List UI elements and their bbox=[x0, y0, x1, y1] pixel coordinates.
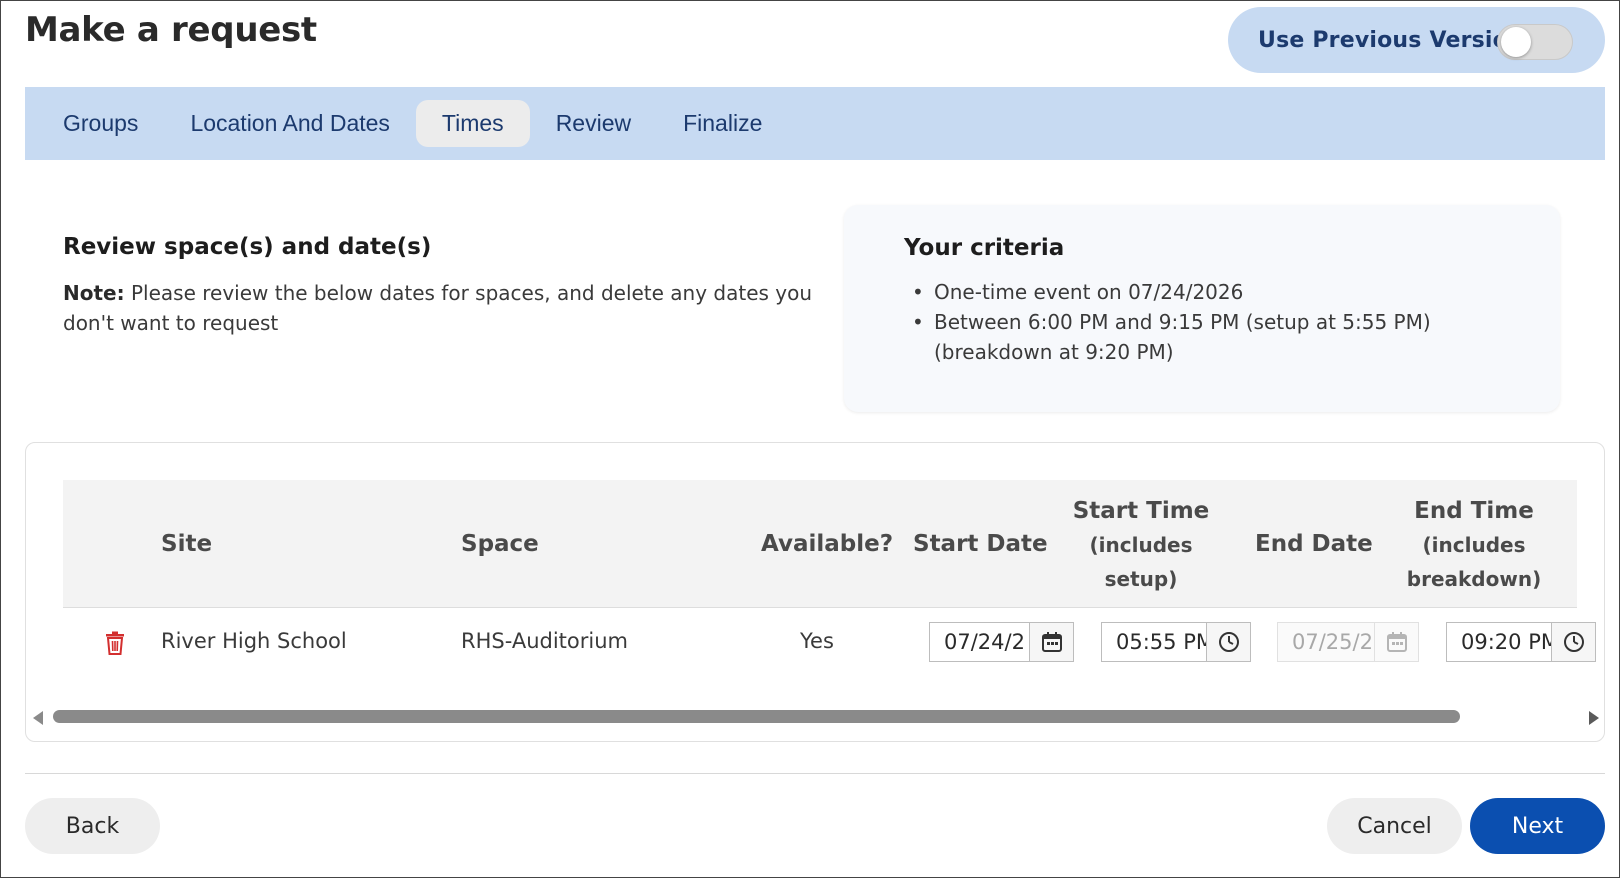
header-end-time-label: End Time bbox=[1414, 498, 1534, 524]
next-button[interactable]: Next bbox=[1470, 798, 1605, 854]
tab-times[interactable]: Times bbox=[415, 100, 530, 147]
header-start-time-sub2: setup) bbox=[1104, 567, 1178, 591]
header-site: Site bbox=[161, 531, 213, 557]
cell-available: Yes bbox=[800, 629, 834, 653]
clock-icon[interactable] bbox=[1551, 623, 1595, 661]
tab-review[interactable]: Review bbox=[530, 100, 657, 147]
scroll-left-arrow[interactable] bbox=[33, 711, 43, 725]
tab-location-and-dates[interactable]: Location And Dates bbox=[164, 100, 415, 147]
end-time-field[interactable]: 09:20 PM bbox=[1446, 622, 1596, 662]
trash-icon[interactable] bbox=[105, 631, 125, 655]
start-time-field[interactable]: 05:55 PM bbox=[1101, 622, 1251, 662]
header-end-time: End Time (includes breakdown) bbox=[1403, 494, 1545, 596]
cell-space: RHS-Auditorium bbox=[461, 629, 628, 653]
header-start-date: Start Date bbox=[913, 531, 1048, 557]
criteria-item: Between 6:00 PM and 9:15 PM (setup at 5:… bbox=[904, 307, 1544, 367]
note-label: Note: bbox=[63, 281, 125, 305]
end-date-field: 07/25/2 bbox=[1277, 622, 1419, 662]
criteria-item: One-time event on 07/24/2026 bbox=[904, 277, 1544, 307]
calendar-icon bbox=[1374, 623, 1418, 661]
review-note: Note: Please review the below dates for … bbox=[63, 278, 823, 338]
toggle-knob bbox=[1501, 27, 1531, 57]
header-start-time: Start Time (includes setup) bbox=[1063, 494, 1219, 596]
tab-finalize[interactable]: Finalize bbox=[657, 100, 788, 147]
start-date-input[interactable]: 07/24/2 bbox=[930, 630, 1029, 654]
back-button[interactable]: Back bbox=[25, 798, 160, 854]
cancel-button[interactable]: Cancel bbox=[1327, 798, 1462, 854]
end-date-input: 07/25/2 bbox=[1292, 630, 1373, 654]
cell-site: River High School bbox=[161, 629, 347, 653]
header-end-time-sub1: (includes bbox=[1422, 533, 1526, 557]
scroll-right-arrow[interactable] bbox=[1589, 711, 1599, 725]
horizontal-scrollbar[interactable] bbox=[26, 705, 1604, 729]
start-time-input[interactable]: 05:55 PM bbox=[1102, 630, 1206, 654]
scroll-thumb[interactable] bbox=[53, 710, 1460, 723]
tab-groups[interactable]: Groups bbox=[37, 100, 164, 147]
spaces-table: Site Space Available? Start Date Start T… bbox=[25, 442, 1605, 742]
calendar-icon[interactable] bbox=[1029, 623, 1073, 661]
page-title: Make a request bbox=[25, 10, 317, 50]
clock-icon[interactable] bbox=[1206, 623, 1250, 661]
toggle-label: Use Previous Version bbox=[1258, 27, 1524, 53]
header-end-date: End Date bbox=[1255, 531, 1373, 557]
header-available: Available? bbox=[761, 531, 894, 557]
note-text: Please review the below dates for spaces… bbox=[63, 281, 813, 335]
header-start-time-label: Start Time bbox=[1072, 498, 1210, 524]
step-tabs: Groups Location And Dates Times Review F… bbox=[25, 87, 1605, 160]
footer-divider bbox=[25, 773, 1605, 774]
use-previous-version-toggle[interactable]: Use Previous Version bbox=[1228, 7, 1605, 73]
table-header: Site Space Available? Start Date Start T… bbox=[63, 480, 1577, 608]
start-date-field[interactable]: 07/24/2 bbox=[929, 622, 1074, 662]
criteria-card: Your criteria One-time event on 07/24/20… bbox=[844, 205, 1560, 412]
header-space: Space bbox=[461, 531, 539, 557]
review-heading: Review space(s) and date(s) bbox=[63, 234, 432, 260]
header-start-time-sub1: (includes bbox=[1089, 533, 1193, 557]
end-time-input[interactable]: 09:20 PM bbox=[1447, 630, 1551, 654]
toggle-switch[interactable] bbox=[1497, 24, 1573, 60]
criteria-title: Your criteria bbox=[904, 235, 1065, 261]
criteria-list: One-time event on 07/24/2026 Between 6:0… bbox=[904, 277, 1544, 367]
header-end-time-sub2: breakdown) bbox=[1406, 567, 1542, 591]
